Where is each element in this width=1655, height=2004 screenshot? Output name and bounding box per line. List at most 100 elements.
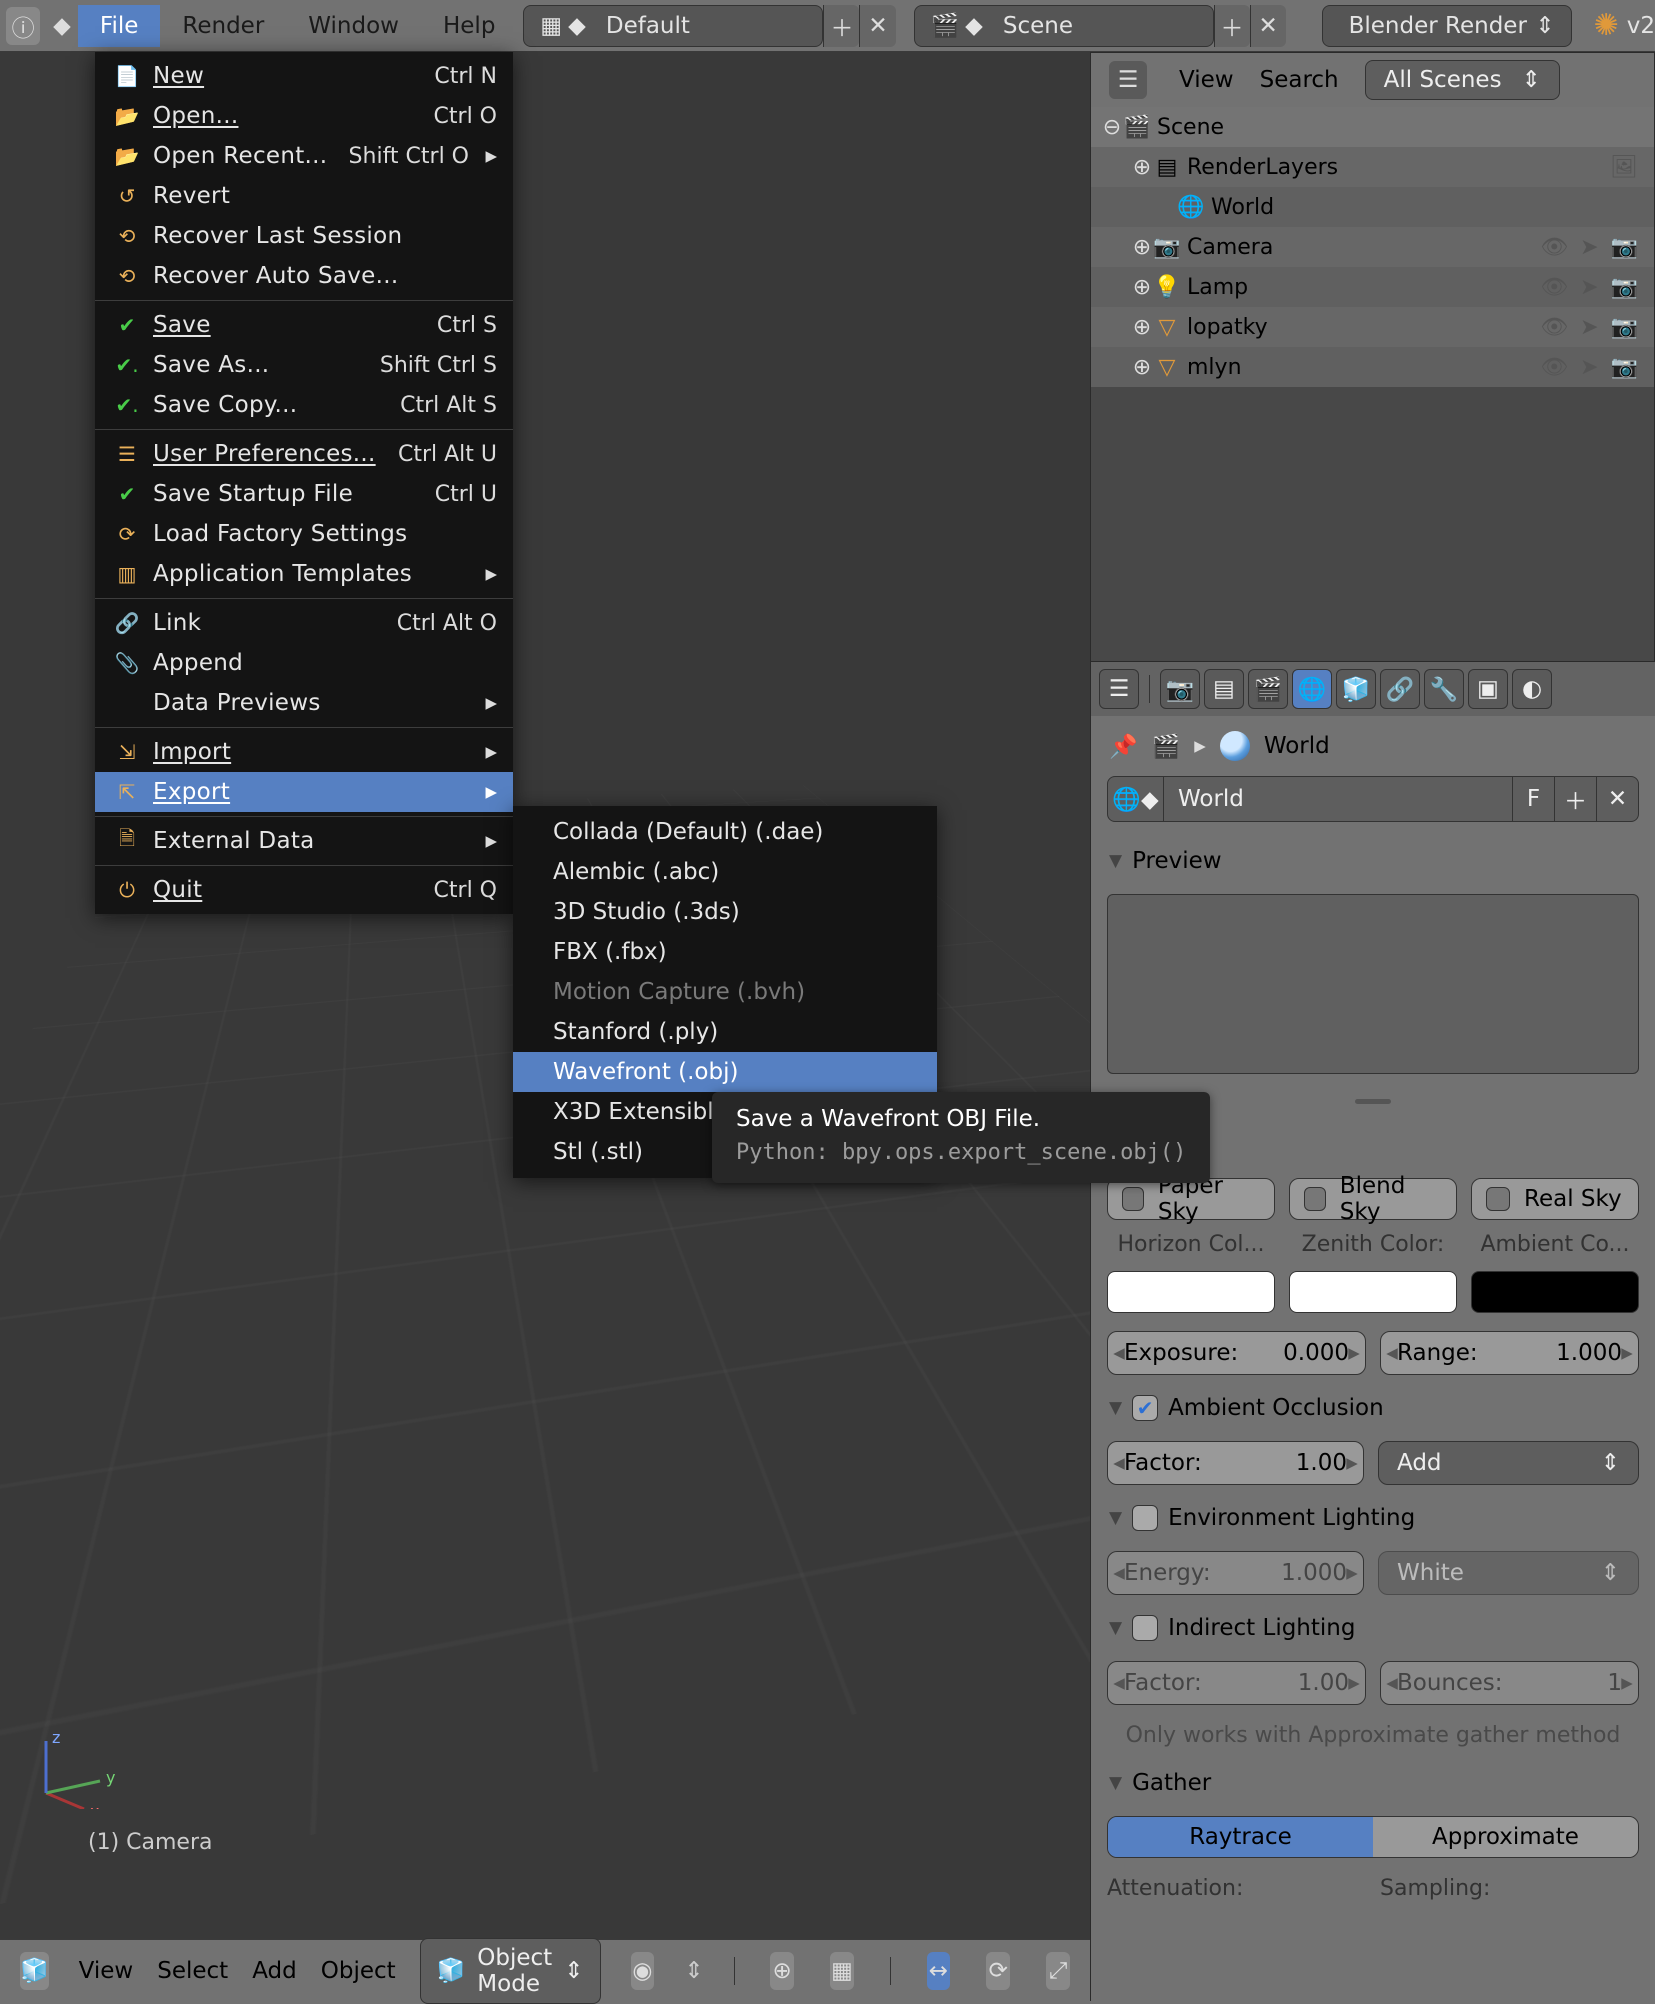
menu-render[interactable]: Render [160, 5, 286, 47]
add-scene-button[interactable]: ＋ [1214, 5, 1250, 47]
menuitem-open[interactable]: 📂Open...Ctrl O [95, 96, 513, 136]
world-datablock-field[interactable]: 🌐◆ World F ＋ ✕ [1107, 776, 1639, 822]
pin-icon[interactable]: 📌 [1109, 733, 1138, 760]
outliner-row-lopatky[interactable]: ⊕▽lopatky👁➤📷 [1091, 307, 1654, 347]
unlink-world-button[interactable]: ✕ [1596, 777, 1638, 821]
outliner-editor-icon[interactable]: ☰ [1109, 61, 1147, 99]
eye-icon[interactable]: 👁 [1540, 275, 1568, 300]
menuitem-export[interactable]: ⇱Export▸ [95, 772, 513, 812]
shading-solid-icon[interactable]: ◉ [631, 1952, 655, 1990]
manipulator-rotate-icon[interactable]: ⟳ [986, 1952, 1010, 1990]
section-header-ind[interactable]: ▼Indirect Lighting [1103, 1607, 1643, 1649]
section-header-gather[interactable]: ▼Gather [1103, 1762, 1643, 1804]
delete-scene-button[interactable]: ✕ [1250, 5, 1286, 47]
swatch-horizon[interactable] [1107, 1271, 1275, 1313]
outliner-filter-dropdown[interactable]: All Scenes ⇕ [1365, 60, 1560, 100]
section-header-preview[interactable]: ▼Preview [1103, 840, 1643, 882]
cursor-icon[interactable]: ➤ [1580, 235, 1598, 260]
pivot-icon[interactable]: ⊕ [770, 1952, 794, 1990]
menu-help[interactable]: Help [421, 5, 517, 47]
cursor-icon[interactable]: ➤ [1580, 275, 1598, 300]
add-world-button[interactable]: ＋ [1554, 777, 1596, 821]
viewport-menu-add[interactable]: Add [252, 1958, 297, 1984]
outliner-row-camera[interactable]: ⊕📷Camera👁➤📷 [1091, 227, 1654, 267]
section-header-env[interactable]: ▼Environment Lighting [1103, 1497, 1643, 1539]
eye-icon[interactable]: 👁 [1540, 315, 1568, 340]
viewport-editor-icon[interactable]: 🧊 [20, 1952, 49, 1990]
tab-renderlayers-icon[interactable]: ▤ [1204, 669, 1244, 709]
field-range[interactable]: ◂Range:1.000▸ [1380, 1331, 1639, 1375]
menuitem-app-templates[interactable]: ▥Application Templates▸ [95, 554, 513, 594]
field-exposure[interactable]: ◂Exposure:0.000▸ [1107, 1331, 1366, 1375]
menu-window[interactable]: Window [286, 5, 421, 47]
delete-layout-button[interactable]: ✕ [859, 5, 895, 47]
gather-mode-segment[interactable]: Raytrace Approximate [1107, 1816, 1639, 1858]
checkbox-ao[interactable] [1132, 1395, 1158, 1421]
export-alembic[interactable]: Alembic (.abc) [513, 852, 937, 892]
menu-file[interactable]: File [78, 5, 161, 47]
export-collada[interactable]: Collada (Default) (.dae) [513, 812, 937, 852]
menuitem-save-startup[interactable]: ✔Save Startup FileCtrl U [95, 474, 513, 514]
tab-world-icon[interactable]: 🌐 [1292, 669, 1332, 709]
viewport-menu-object[interactable]: Object [321, 1958, 396, 1984]
menuitem-load-factory[interactable]: ⟳Load Factory Settings [95, 514, 513, 554]
menuitem-revert[interactable]: ↺Revert [95, 176, 513, 216]
menuitem-save-as[interactable]: ✔.Save As...Shift Ctrl S [95, 345, 513, 385]
editor-type-chevron-icon[interactable]: ◆ [52, 7, 72, 45]
gather-approximate[interactable]: Approximate [1373, 1817, 1638, 1857]
outliner-tree[interactable]: ⊖🎬Scene ⊕▤RenderLayers🖼 🌐World ⊕📷Camera👁… [1091, 107, 1654, 387]
fake-user-button[interactable]: F [1512, 777, 1554, 821]
field-ao-factor[interactable]: ◂Factor:1.00▸ [1107, 1441, 1364, 1485]
properties-editor-icon[interactable]: ☰ [1099, 669, 1139, 709]
tab-object-icon[interactable]: 🧊 [1336, 669, 1376, 709]
menuitem-save[interactable]: ✔SaveCtrl S [95, 305, 513, 345]
viewport-menu-select[interactable]: Select [157, 1958, 228, 1984]
export-ply[interactable]: Stanford (.ply) [513, 1012, 937, 1052]
tab-data-icon[interactable]: ▣ [1468, 669, 1508, 709]
checkbox-env[interactable] [1132, 1505, 1158, 1531]
menuitem-append[interactable]: 📎Append [95, 643, 513, 683]
outliner-row-lamp[interactable]: ⊕💡Lamp👁➤📷 [1091, 267, 1654, 307]
tab-constraints-icon[interactable]: 🔗 [1380, 669, 1420, 709]
render-icon[interactable]: 📷 [1611, 315, 1638, 340]
checkbox-ind[interactable] [1132, 1615, 1158, 1641]
dropdown-ao-mode[interactable]: Add⇕ [1378, 1441, 1639, 1485]
mode-dropdown[interactable]: 🧊 Object Mode ⇕ [420, 1938, 601, 2004]
menuitem-data-previews[interactable]: Data Previews▸ [95, 683, 513, 723]
tab-modifiers-icon[interactable]: 🔧 [1424, 669, 1464, 709]
swatch-ambient[interactable] [1471, 1271, 1639, 1313]
add-layout-button[interactable]: ＋ [823, 5, 859, 47]
menuitem-open-recent[interactable]: 📂Open Recent...Shift Ctrl O▸ [95, 136, 513, 176]
menuitem-quit[interactable]: ⏻QuitCtrl Q [95, 870, 513, 910]
menuitem-recover-auto[interactable]: ⟲Recover Auto Save... [95, 256, 513, 296]
toggle-blend-sky[interactable]: Blend Sky [1289, 1178, 1457, 1220]
cursor-icon[interactable]: ➤ [1580, 315, 1598, 340]
export-3ds[interactable]: 3D Studio (.3ds) [513, 892, 937, 932]
screen-layout-dropdown[interactable]: ▦◆ Default [523, 5, 823, 47]
menuitem-recover-last[interactable]: ⟲Recover Last Session [95, 216, 513, 256]
render-engine-dropdown[interactable]: Blender Render ⇕ [1322, 5, 1572, 47]
info-editor-icon[interactable]: ⓘ [6, 7, 40, 45]
outliner-menu-view[interactable]: View [1179, 67, 1234, 93]
toggle-paper-sky[interactable]: Paper Sky [1107, 1178, 1275, 1220]
viewport-menu-view[interactable]: View [79, 1958, 134, 1984]
menuitem-link[interactable]: 🔗LinkCtrl Alt O [95, 603, 513, 643]
menuitem-save-copy[interactable]: ✔.Save Copy...Ctrl Alt S [95, 385, 513, 425]
outliner-row-mlyn[interactable]: ⊕▽mlyn👁➤📷 [1091, 347, 1654, 387]
tab-material-icon[interactable]: ◐ [1512, 669, 1552, 709]
export-fbx[interactable]: FBX (.fbx) [513, 932, 937, 972]
cursor-icon[interactable]: ➤ [1580, 355, 1598, 380]
outliner-row-world[interactable]: 🌐World [1091, 187, 1654, 227]
menuitem-user-preferences[interactable]: ☰User Preferences...Ctrl Alt U [95, 434, 513, 474]
manipulator-translate-icon[interactable]: ↔ [927, 1952, 951, 1990]
eye-icon[interactable]: 👁 [1540, 355, 1568, 380]
menuitem-import[interactable]: ⇲Import▸ [95, 732, 513, 772]
chevron-updown-icon[interactable]: ⇕ [684, 1958, 703, 1984]
world-name-field[interactable]: World [1164, 786, 1512, 812]
swatch-zenith[interactable] [1289, 1271, 1457, 1313]
scene-dropdown[interactable]: 🎬◆ Scene [914, 5, 1214, 47]
section-header-ao[interactable]: ▼Ambient Occlusion [1103, 1387, 1643, 1429]
menuitem-external-data[interactable]: 🗎External Data▸ [95, 821, 513, 861]
outliner-row-renderlayers[interactable]: ⊕▤RenderLayers🖼 [1091, 147, 1654, 187]
eye-icon[interactable]: 👁 [1540, 235, 1568, 260]
